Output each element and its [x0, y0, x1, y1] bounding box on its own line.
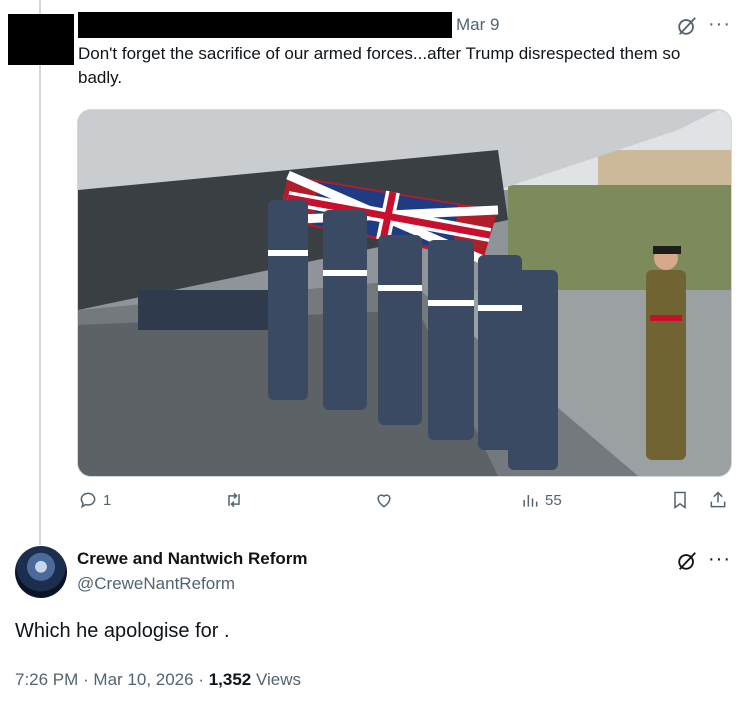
retweet-button[interactable] — [224, 490, 249, 510]
views-chart-icon — [523, 495, 538, 507]
views-label: Views — [251, 670, 302, 689]
retweet-icon — [228, 492, 240, 508]
post-photo[interactable] — [77, 109, 732, 477]
thread-connector-line — [39, 0, 41, 545]
more-options-icon[interactable]: ··· — [708, 549, 731, 569]
grok-icon[interactable] — [676, 550, 698, 572]
views-count: 55 — [545, 491, 562, 509]
more-options-icon[interactable]: ··· — [708, 14, 731, 34]
post-timestamp[interactable]: 7:26 PM · Mar 10, 2026 · — [15, 670, 209, 689]
reply-display-name[interactable]: Crewe and Nantwich Reform — [77, 549, 308, 569]
heart-icon — [377, 494, 391, 508]
avatar[interactable] — [15, 546, 67, 598]
redacted-avatar — [8, 14, 74, 65]
views-number: 1,352 — [208, 670, 252, 689]
like-button[interactable] — [374, 490, 399, 510]
repatriation-ceremony-photo — [78, 110, 731, 476]
reply-icon — [80, 492, 96, 509]
post-metadata: 7:26 PM · Mar 10, 2026 · 1,352 Views — [15, 670, 301, 690]
bookmark-button[interactable] — [670, 490, 690, 510]
grok-icon[interactable] — [676, 15, 698, 37]
reply-text: Which he apologise for . — [15, 620, 230, 642]
bookmark-icon — [674, 491, 686, 509]
post-text: Don't forget the sacrifice of our armed … — [78, 44, 681, 87]
post-action-bar: 1 55 — [0, 490, 750, 520]
reply-count: 1 — [103, 491, 112, 509]
share-icon — [710, 491, 726, 508]
share-button[interactable] — [708, 490, 728, 510]
redacted-user-name — [78, 12, 452, 38]
post-date[interactable]: Mar 9 — [456, 15, 499, 35]
reply-handle[interactable]: @CreweNantReform — [77, 574, 235, 594]
views-button[interactable]: 55 — [520, 490, 562, 510]
reply-button[interactable]: 1 — [78, 490, 111, 510]
